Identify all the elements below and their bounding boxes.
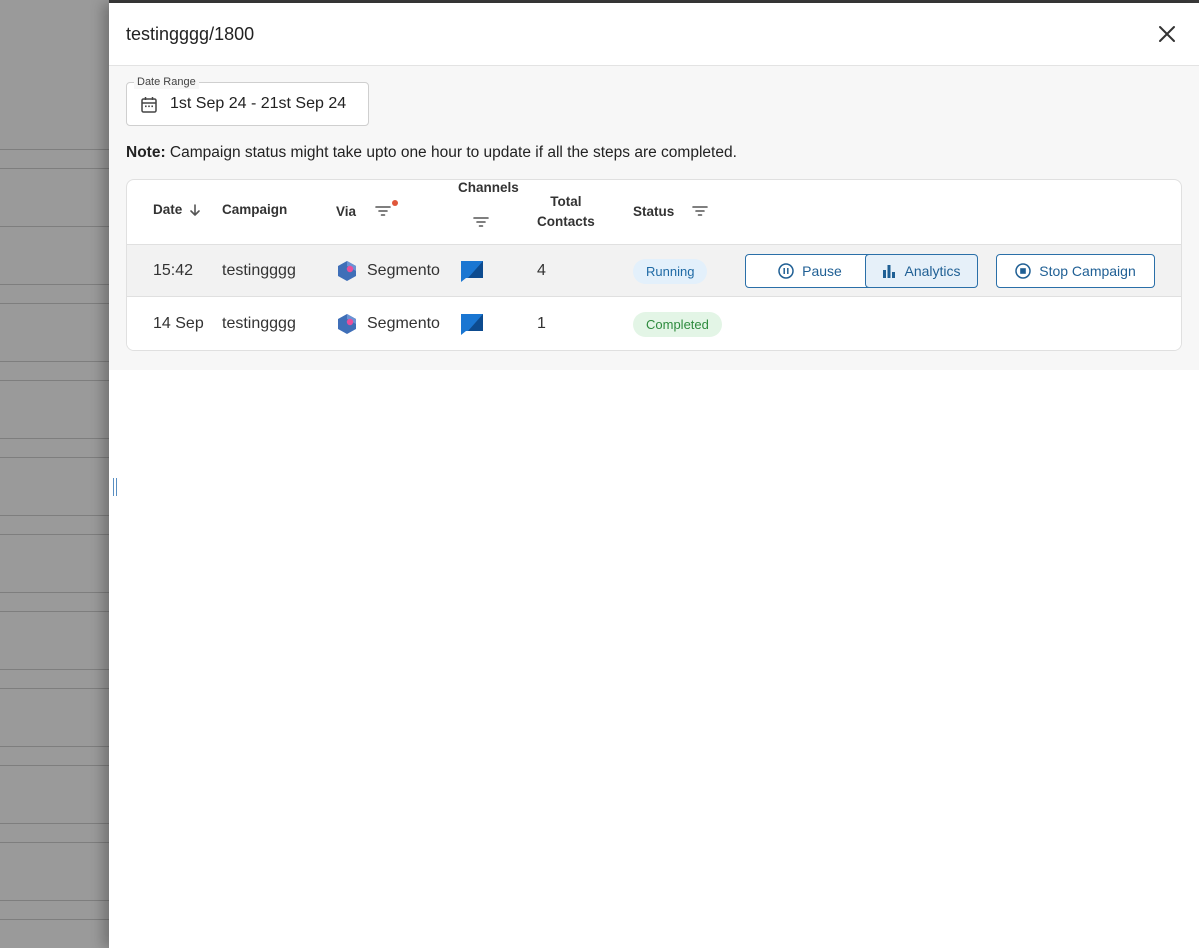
pause-button[interactable]: Pause [745, 254, 875, 288]
cell-date: 15:42 [153, 262, 194, 279]
segmento-logo-icon [338, 314, 356, 334]
analytics-button[interactable]: Analytics [865, 254, 978, 288]
table-header: Date Campaign Via Channels Total Contact… [127, 180, 1181, 245]
drawer-resize-handle[interactable] [113, 478, 117, 496]
note-text: Campaign status might take upto one hour… [165, 144, 737, 161]
date-range-picker[interactable]: Date Range 1st Sep 24 - 21st Sep 24 [126, 75, 369, 126]
header-status: Status [633, 204, 675, 219]
cell-status: Running [633, 245, 708, 297]
segmento-logo-icon [338, 261, 356, 281]
close-button[interactable] [1152, 19, 1182, 49]
pause-circle-icon [778, 263, 794, 279]
cell-campaign: testingggg [222, 262, 296, 279]
status-note: Note: Campaign status might take upto on… [126, 144, 1182, 162]
close-icon [1159, 26, 1175, 42]
cell-channels [460, 245, 484, 297]
cell-via: Segmento [337, 245, 440, 297]
header-total-contacts: Total Contacts [537, 194, 595, 229]
filter-icon [375, 206, 391, 216]
drawer-header: testingggg/1800 [109, 3, 1199, 66]
cell-channels [460, 298, 484, 350]
cell-contacts: 1 [537, 315, 546, 332]
channels-filter-button[interactable] [473, 215, 489, 234]
cell-date: 14 Sep [153, 315, 204, 332]
cell-status: Completed [633, 298, 722, 350]
calendar-icon [141, 96, 157, 113]
drawer-title: testingggg/1800 [126, 23, 255, 44]
status-badge: Running [633, 258, 708, 284]
table-row: 15:42 testingggg Segmento 4 Running Paus… [127, 245, 1181, 297]
header-campaign: Campaign [222, 202, 288, 217]
via-filter-button[interactable] [375, 200, 398, 223]
stop-circle-icon [1015, 263, 1031, 279]
header-via: Via [336, 204, 357, 219]
table-row: 14 Sep testingggg Segmento 1 Completed [127, 298, 1181, 350]
cell-campaign: testingggg [222, 315, 296, 332]
date-range-label: Date Range [134, 75, 199, 89]
cell-contacts: 4 [537, 262, 546, 279]
chat-channel-icon [461, 314, 483, 335]
filter-icon [692, 206, 708, 216]
note-label: Note: [126, 144, 166, 161]
campaign-table: Date Campaign Via Channels Total Contact… [126, 179, 1182, 351]
stop-campaign-button[interactable]: Stop Campaign [996, 254, 1155, 288]
sort-arrow-down-icon [190, 203, 201, 216]
status-badge: Completed [633, 311, 722, 337]
date-range-value: 1st Sep 24 - 21st Sep 24 [170, 95, 347, 112]
header-channels: Channels [458, 180, 519, 195]
campaign-drawer: testingggg/1800 Date Range 1st Sep 24 - … [109, 3, 1199, 948]
header-date[interactable]: Date [153, 202, 202, 217]
filter-icon [473, 217, 489, 227]
active-filter-dot [392, 200, 398, 206]
chat-channel-icon [461, 261, 483, 282]
cell-via: Segmento [337, 298, 440, 350]
status-filter-button[interactable] [692, 204, 708, 223]
background-page [0, 0, 109, 948]
bar-chart-icon [883, 265, 896, 278]
drawer-content: Date Range 1st Sep 24 - 21st Sep 24 Note… [109, 66, 1199, 370]
